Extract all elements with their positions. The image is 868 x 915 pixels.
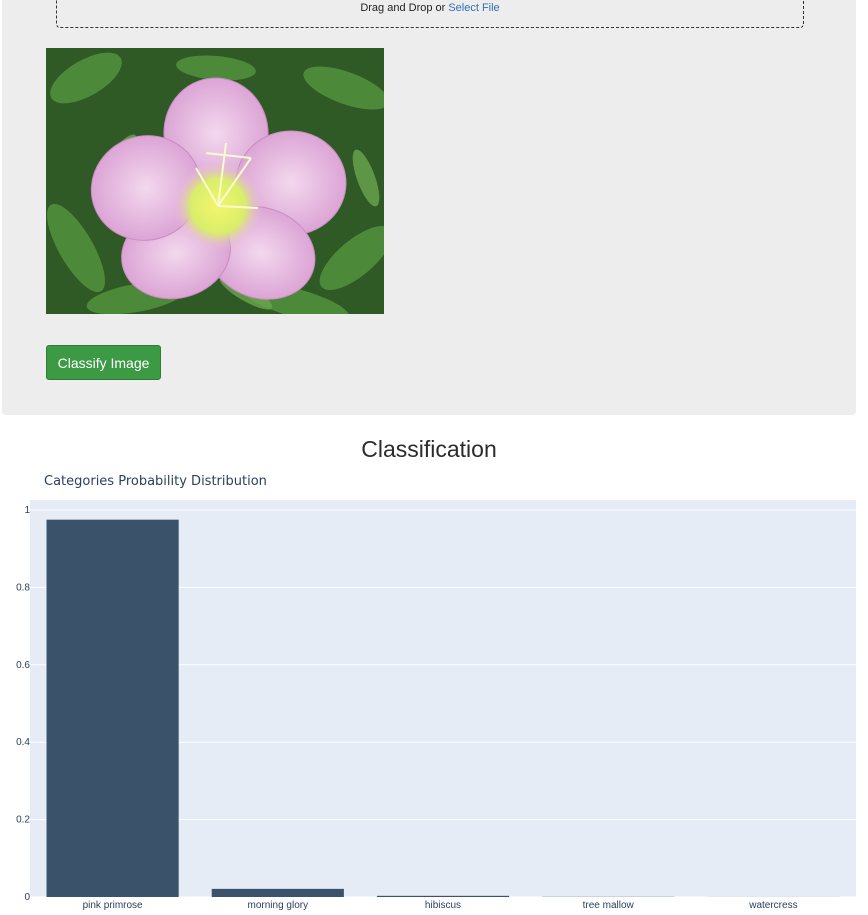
- y-tick-label: 0.8: [16, 582, 30, 593]
- bar-hibiscus: [376, 895, 510, 897]
- dropzone-prompt: Drag and Drop or: [360, 1, 446, 14]
- file-dropzone[interactable]: Drag and Drop or Select File: [56, 0, 804, 28]
- y-tick-label: 1: [24, 505, 30, 516]
- probability-bar-chart: 0 0.2 0.4 0.6 0.8 1 pink primrose morning glor…: [16, 500, 856, 911]
- classification-heading: Classification: [361, 436, 497, 462]
- y-tick-label: 0.2: [16, 815, 30, 826]
- x-tick-label: pink primrose: [83, 900, 143, 911]
- select-file-link[interactable]: Select File: [448, 2, 499, 14]
- bar-morning-glory: [211, 888, 344, 897]
- uploaded-image-preview: [46, 48, 384, 314]
- x-tick-label: morning glory: [248, 900, 309, 911]
- y-tick-label: 0.6: [16, 660, 30, 671]
- chart-title: Categories Probability Distribution: [44, 474, 267, 489]
- bar-pink-primrose: [46, 519, 179, 897]
- classify-image-button[interactable]: Classify Image: [46, 345, 161, 380]
- x-tick-label: watercress: [748, 900, 797, 911]
- flower-image: [46, 48, 384, 314]
- x-tick-label: tree mallow: [583, 900, 635, 911]
- y-tick-label: 0.4: [16, 737, 30, 748]
- x-tick-label: hibiscus: [425, 900, 461, 911]
- y-tick-label: 0: [24, 892, 30, 903]
